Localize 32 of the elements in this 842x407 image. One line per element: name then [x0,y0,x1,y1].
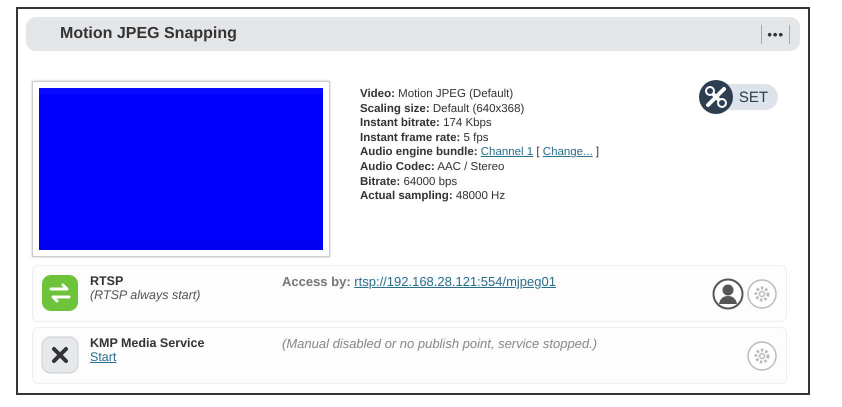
close-icon [41,336,79,374]
info-label: Scaling size: [360,102,430,115]
info-value: 174 Kbps [443,117,492,130]
panel-title: Motion JPEG Snapping [60,25,237,43]
info-label: Actual sampling: [360,190,453,202]
info-label: Audio Codec: [360,160,435,173]
more-button[interactable]: ••• [761,24,790,44]
settings-icon[interactable] [746,340,778,372]
info-link[interactable]: Channel 1 [480,146,534,158]
service-note: (RTSP always start) [90,288,202,302]
start-link[interactable]: Start [90,350,116,364]
info-label: Instant bitrate: [360,117,440,130]
info-value: 48000 Hz [456,190,506,202]
info-label: Bitrate: [360,176,400,188]
service-name: KMP Media Service [90,336,206,350]
info-label: Audio engine bundle: [360,146,478,158]
access-label: Access by: [282,274,351,289]
info-value: AAC / Stereo [437,160,504,173]
rtsp-link[interactable]: rtsp://192.168.28.121:554/mjpeg01 [354,274,556,289]
info-value: 64000 bps [403,176,458,188]
user-icon[interactable] [712,278,744,310]
info-link[interactable]: Change... [542,146,593,158]
info-value: ] [596,146,600,158]
info-value: 5 fps [464,132,488,144]
status-message: (Manual disabled or no publish point, service stopped.) [282,336,598,351]
info-value: Motion JPEG (Default) [398,88,514,100]
service-name: RTSP [90,274,124,288]
info-value: Default (640x368) [432,102,524,115]
arrows-icon [41,274,79,312]
info-label: Video: [360,88,395,100]
info-value: [ [536,146,540,158]
info-label: Instant frame rate: [360,132,460,144]
